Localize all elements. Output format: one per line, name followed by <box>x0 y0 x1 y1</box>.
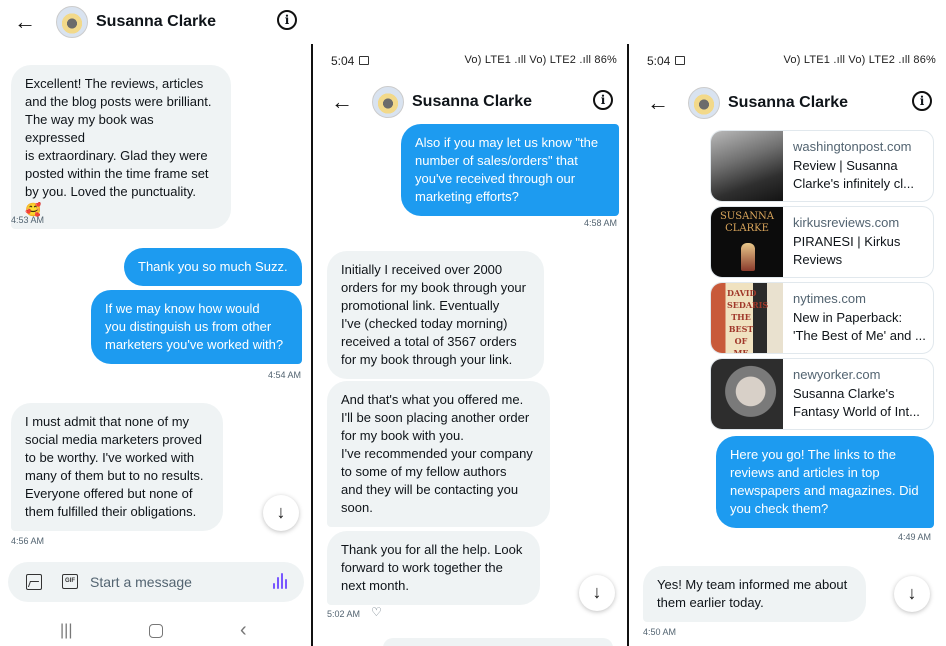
contact-name[interactable]: Susanna Clarke <box>728 94 848 112</box>
thumbnail-caption: SUSANNA CLARKE <box>719 211 775 234</box>
recent-apps-icon[interactable]: ||| <box>60 622 72 640</box>
message-bubble[interactable]: Also if you may let us know "the number … <box>401 124 619 216</box>
message-bubble[interactable]: Initially I received over 2000 orders fo… <box>327 251 544 379</box>
message-bubble[interactable]: I must admit that none of my social medi… <box>11 403 223 531</box>
message-bubble[interactable]: Excellent! The reviews, articles and the… <box>11 65 231 229</box>
chat-header: ← Susanna Clarke i <box>0 0 311 48</box>
scroll-down-button[interactable]: ↓ <box>894 576 930 612</box>
arrow-down-icon: ↓ <box>592 582 602 602</box>
figure-illustration <box>741 243 755 271</box>
status-time: 5:04 <box>331 54 355 68</box>
contact-name[interactable]: Susanna Clarke <box>412 93 532 111</box>
status-bar: 5:04 Vo) LTE1 .ıll Vo) LTE2 .ıll 86% <box>313 52 627 70</box>
scroll-down-button[interactable]: ↓ <box>579 575 615 611</box>
avatar[interactable] <box>688 87 720 119</box>
back-arrow-icon[interactable]: ← <box>331 90 353 114</box>
timestamp: 4:50 AM <box>643 627 677 637</box>
info-icon[interactable]: i <box>912 91 932 111</box>
message-bubble[interactable]: Thank you so much Suzz. <box>124 248 302 286</box>
link-title: Review | Susanna Clarke's infinitely cl.… <box>793 158 914 191</box>
message-bubble[interactable]: Thank you for all the help. Look forward… <box>327 531 540 605</box>
timestamp: 4:53 AM <box>11 215 45 225</box>
chat-header: ← Susanna Clarke i <box>629 81 946 129</box>
image-icon[interactable] <box>26 574 42 590</box>
back-arrow-icon[interactable]: ← <box>647 91 669 115</box>
message-composer: GIF Start a message <box>8 562 304 602</box>
link-thumbnail: SUSANNA CLARKE <box>711 207 783 277</box>
link-domain: nytimes.com <box>793 291 866 306</box>
link-title: Susanna Clarke's Fantasy World of Int... <box>793 386 920 419</box>
gallery-notification-icon <box>359 56 369 65</box>
message-bubble[interactable]: Yes! My team informed me about them earl… <box>643 566 866 622</box>
link-preview-card[interactable]: SUSANNA CLARKE kirkusreviews.com PIRANES… <box>710 206 934 278</box>
message-input[interactable]: Start a message <box>90 574 192 590</box>
info-icon[interactable]: i <box>277 10 297 30</box>
link-preview-card[interactable]: DAVID SEDARIS THE BEST OF ME nytimes.com… <box>710 282 934 354</box>
link-title: PIRANESI | Kirkus Reviews <box>793 234 901 267</box>
voice-message-icon[interactable] <box>272 573 290 591</box>
chat-header: ← Susanna Clarke i <box>313 80 627 128</box>
timestamp: 4:54 AM <box>267 370 301 380</box>
link-thumbnail <box>711 359 783 429</box>
link-domain: newyorker.com <box>793 367 881 382</box>
info-icon[interactable]: i <box>593 90 613 110</box>
timestamp: 5:02 AM <box>327 609 361 619</box>
back-nav-icon[interactable]: ‹ <box>240 619 247 642</box>
message-bubble[interactable]: And that's what you offered me. I'll be … <box>327 381 550 527</box>
system-nav-bar: ||| ‹ <box>0 618 311 646</box>
avatar[interactable] <box>56 6 88 38</box>
timestamp: 4:58 AM <box>583 218 617 228</box>
message-bubble[interactable]: Here you go! The links to the reviews an… <box>716 436 934 528</box>
chat-panel-1: ← Susanna Clarke i Excellent! The review… <box>0 0 311 646</box>
link-domain: washingtonpost.com <box>793 139 912 154</box>
partial-message-bubble <box>383 638 613 646</box>
link-preview-card[interactable]: washingtonpost.com Review | Susanna Clar… <box>710 130 934 202</box>
arrow-down-icon: ↓ <box>276 502 286 522</box>
link-thumbnail <box>711 131 783 201</box>
link-title: New in Paperback: 'The Best of Me' and .… <box>793 310 926 343</box>
gallery-notification-icon <box>675 56 685 65</box>
contact-name[interactable]: Susanna Clarke <box>96 13 216 31</box>
gif-icon[interactable]: GIF <box>62 574 78 589</box>
avatar[interactable] <box>372 86 404 118</box>
status-bar: 5:04 Vo) LTE1 .ıll Vo) LTE2 .ıll 86% <box>629 52 946 70</box>
arrow-down-icon: ↓ <box>907 583 917 603</box>
status-time: 5:04 <box>647 54 671 68</box>
link-preview-card[interactable]: newyorker.com Susanna Clarke's Fantasy W… <box>710 358 934 430</box>
timestamp: 4:56 AM <box>11 536 45 546</box>
react-heart-icon[interactable]: ♡ <box>371 605 382 619</box>
chat-panel-2: 5:04 Vo) LTE1 .ıll Vo) LTE2 .ıll 86% ← S… <box>313 0 627 646</box>
back-arrow-icon[interactable]: ← <box>14 10 36 34</box>
message-bubble[interactable]: If we may know how would you distinguish… <box>91 290 302 364</box>
status-icons: Vo) LTE1 .ıll Vo) LTE2 .ıll 86% <box>464 54 617 66</box>
link-thumbnail: DAVID SEDARIS THE BEST OF ME <box>711 283 783 354</box>
timestamp: 4:49 AM <box>898 532 932 542</box>
status-icons: Vo) LTE1 .ıll Vo) LTE2 .ıll 86% <box>783 54 936 66</box>
scroll-down-button[interactable]: ↓ <box>263 495 299 531</box>
link-domain: kirkusreviews.com <box>793 215 900 230</box>
home-icon[interactable] <box>149 624 163 638</box>
thumbnail-caption: DAVID SEDARIS THE BEST OF ME <box>727 288 769 354</box>
